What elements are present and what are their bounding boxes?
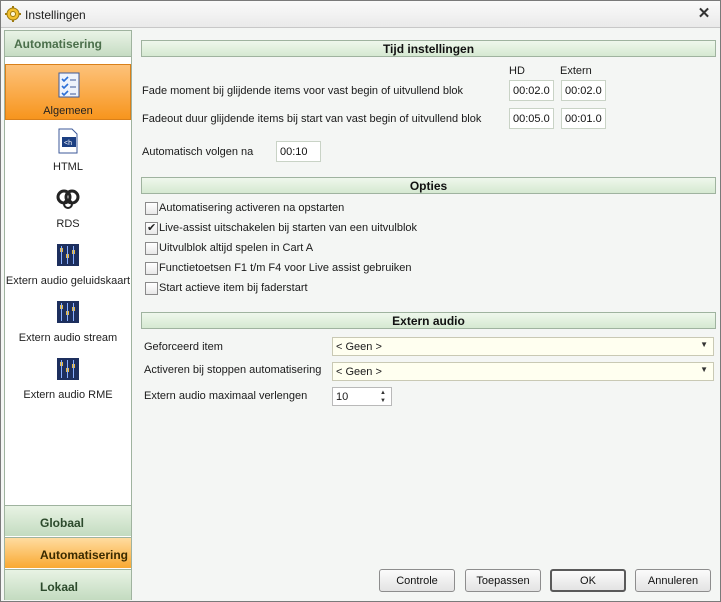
- svg-text:<h: <h: [64, 140, 72, 147]
- nav-header: Automatisering: [5, 31, 131, 57]
- fadeout-duur-label: Fadeout duur glijdende items bij start v…: [142, 113, 482, 125]
- spin-down-icon[interactable]: ▼: [378, 397, 388, 405]
- fade-moment-hd-field[interactable]: 00:02.0: [509, 80, 554, 101]
- section-header-tijd: Tijd instellingen: [141, 40, 716, 57]
- section-header-opties: Opties: [141, 177, 716, 194]
- fadeout-duur-extern-field[interactable]: 00:01.0: [561, 108, 606, 129]
- uitvulblok-cart-a-checkbox[interactable]: [145, 242, 158, 255]
- checkbox-label: Start actieve item bij faderstart: [159, 282, 308, 294]
- chevron-down-icon[interactable]: ▼: [700, 365, 708, 374]
- nav-item-extern-audio-stream[interactable]: Extern audio stream: [5, 292, 131, 348]
- audio-mixer-icon: [57, 301, 79, 323]
- live-assist-uitschakelen-checkbox[interactable]: [145, 221, 158, 235]
- functietoetsen-checkbox[interactable]: [145, 262, 158, 275]
- audio-mixer-icon: [57, 244, 79, 266]
- nav-item-algemeen[interactable]: Algemeen: [5, 64, 131, 120]
- gear-icon: [5, 6, 21, 22]
- controle-button[interactable]: Controle: [379, 569, 455, 592]
- checkbox-label: Live-assist uitschakelen bij starten van…: [159, 222, 418, 234]
- dropdown-value: < Geen >: [336, 366, 382, 378]
- nav-item-extern-audio-rme[interactable]: Extern audio RME: [5, 349, 131, 405]
- automatisering-activeren-checkbox[interactable]: [145, 202, 158, 215]
- checkbox-label: Automatisering activeren na opstarten: [159, 202, 345, 214]
- activeren-stoppen-label: Activeren bij stoppen automatisering: [144, 364, 322, 376]
- annuleren-button[interactable]: Annuleren: [635, 569, 711, 592]
- fadeout-duur-hd-field[interactable]: 00:05.0: [509, 108, 554, 129]
- nav-item-label: HTML: [53, 161, 83, 173]
- checkbox-label: Functietoetsen F1 t/m F4 voor Live assis…: [159, 262, 412, 274]
- toepassen-button[interactable]: Toepassen: [465, 569, 541, 592]
- html-document-icon: <h: [58, 128, 78, 154]
- settings-window: Instellingen ✕ Automatisering Algemeen <…: [0, 0, 721, 602]
- fade-moment-extern-field[interactable]: 00:02.0: [561, 80, 606, 101]
- nav-item-html[interactable]: <h HTML: [5, 121, 131, 177]
- audio-mixer-icon: [57, 358, 79, 380]
- column-header-extern: Extern: [560, 65, 592, 77]
- close-icon[interactable]: ✕: [696, 5, 712, 23]
- spin-up-icon[interactable]: ▲: [378, 389, 388, 397]
- rds-icon: [56, 189, 80, 209]
- maximaal-verlengen-label: Extern audio maximaal verlengen: [144, 390, 308, 402]
- automatisch-volgen-field[interactable]: 00:10: [276, 141, 321, 162]
- checkbox-label: Uitvulblok altijd spelen in Cart A: [159, 242, 314, 254]
- fade-moment-label: Fade moment bij glijdende items voor vas…: [142, 85, 464, 97]
- section-header-extern-audio: Extern audio: [141, 312, 716, 329]
- automatisch-volgen-label: Automatisch volgen na: [142, 146, 254, 158]
- stepper-value: 10: [336, 391, 349, 403]
- nav-item-rds[interactable]: RDS: [5, 178, 131, 234]
- faderstart-checkbox[interactable]: [145, 282, 158, 295]
- window-title: Instellingen: [25, 8, 86, 22]
- geforceerd-item-dropdown[interactable]: < Geen > ▼: [332, 337, 714, 356]
- nav-section-lokaal[interactable]: Lokaal: [5, 569, 131, 600]
- navigation-panel: Automatisering Algemeen <h HTML RDS Exte…: [4, 30, 132, 600]
- nav-section-automatisering[interactable]: Automatisering: [5, 537, 131, 568]
- geforceerd-item-label: Geforceerd item: [144, 341, 223, 353]
- chevron-down-icon[interactable]: ▼: [700, 340, 708, 349]
- nav-section-globaal[interactable]: Globaal: [5, 505, 131, 536]
- title-bar[interactable]: Instellingen ✕: [1, 1, 720, 28]
- ok-button[interactable]: OK: [550, 569, 626, 592]
- nav-item-label: Extern audio geluidskaart: [5, 275, 131, 287]
- checklist-icon: [58, 72, 80, 98]
- nav-item-label: Algemeen: [43, 105, 93, 117]
- nav-item-label: RDS: [56, 218, 80, 230]
- column-header-hd: HD: [509, 65, 525, 77]
- nav-item-label: Extern audio RME: [23, 389, 113, 401]
- maximaal-verlengen-stepper[interactable]: 10 ▲ ▼: [332, 387, 392, 406]
- activeren-stoppen-dropdown[interactable]: < Geen > ▼: [332, 362, 714, 381]
- nav-item-extern-audio-geluidskaart[interactable]: Extern audio geluidskaart: [5, 235, 131, 291]
- dropdown-value: < Geen >: [336, 341, 382, 353]
- nav-item-label: Extern audio stream: [18, 332, 118, 344]
